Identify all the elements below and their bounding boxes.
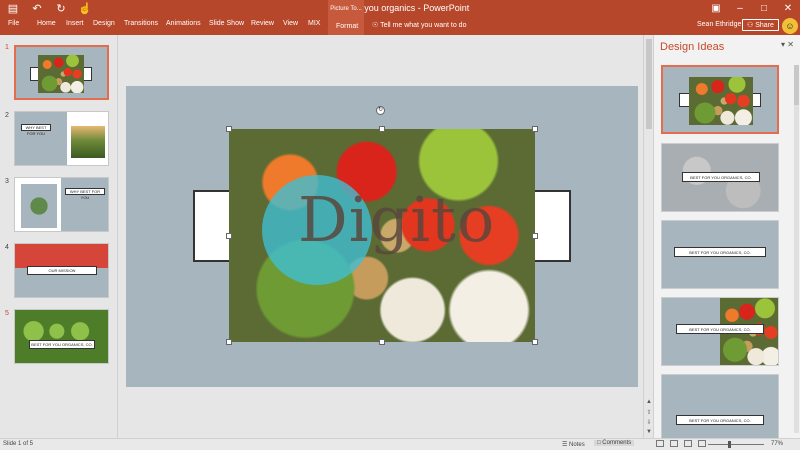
next-slide-icon[interactable]: ⇩ — [645, 419, 653, 426]
design-idea-2[interactable]: BEST FOR YOU ORGANICS, CO. — [661, 143, 779, 212]
lightbulb-icon: ☉ — [372, 22, 381, 29]
design-idea-label: BEST FOR YOU ORGANICS, CO. — [676, 415, 764, 425]
design-ideas-scrollbar[interactable] — [794, 65, 799, 433]
tab-file[interactable]: File — [8, 20, 19, 27]
pane-options-icon[interactable]: ▾ — [781, 40, 785, 49]
slide-thumbnail-4[interactable]: OUR MISSION — [14, 243, 109, 298]
tab-transitions[interactable]: Transitions — [124, 20, 158, 27]
context-tab-group: Picture To... — [328, 0, 364, 18]
tab-home[interactable]: Home — [37, 20, 56, 27]
smiley-feedback-icon[interactable]: ☺ — [782, 18, 798, 34]
design-idea-image — [689, 77, 753, 125]
prev-slide-icon[interactable]: ⇧ — [645, 409, 653, 416]
thumb-gray-panel — [61, 178, 108, 231]
status-bar: Slide 1 of 5 ☰ Notes □ Comments 77% — [0, 438, 800, 450]
comments-button[interactable]: □ Comments — [594, 440, 635, 446]
resize-handle-nw[interactable] — [226, 126, 232, 132]
resize-handle-n[interactable] — [379, 126, 385, 132]
view-buttons — [656, 440, 706, 447]
close-icon[interactable]: ✕ — [776, 0, 800, 18]
tab-view[interactable]: View — [283, 20, 298, 27]
slide-canvas[interactable]: ↻ Digito — [126, 86, 638, 387]
resize-handle-sw[interactable] — [226, 339, 232, 345]
editor-scrollbar[interactable]: ▲ ⇧ ⇩ ▼ — [643, 35, 653, 438]
slide-editor: ↻ Digito — [119, 35, 643, 438]
restore-icon[interactable]: □ — [752, 0, 776, 18]
title-bar: ▤ ↶ ↻ ☝ Best for you organics - PowerPoi… — [0, 0, 800, 18]
tab-mix[interactable]: MIX — [308, 20, 320, 27]
window-controls: ▣ – □ ✕ — [704, 0, 800, 18]
comments-label: Comments — [602, 440, 632, 446]
zoom-slider[interactable] — [708, 444, 764, 445]
slide-thumbnail-3[interactable]: WHY BEST FOR YOU — [14, 177, 109, 232]
tab-slide-show[interactable]: Slide Show — [209, 20, 244, 27]
thumb-vegetable-image — [38, 55, 84, 93]
thumb-cabbage-image — [21, 184, 57, 228]
notes-button[interactable]: ☰ Notes — [562, 441, 585, 448]
minimize-icon[interactable]: – — [728, 0, 752, 18]
design-idea-3[interactable]: BEST FOR YOU ORGANICS, CO. — [661, 220, 779, 289]
design-ideas-scroll-thumb[interactable] — [794, 65, 799, 105]
design-idea-4[interactable]: BEST FOR YOU ORGANICS, CO. — [661, 297, 779, 366]
thumb-field-image — [71, 126, 105, 158]
thumb-caption: WHY BEST FOR YOU — [21, 124, 51, 136]
thumb-caption: OUR MISSION — [27, 266, 97, 275]
normal-view-icon[interactable] — [656, 440, 664, 447]
zoom-slider-knob[interactable] — [728, 441, 731, 448]
resize-handle-s[interactable] — [379, 339, 385, 345]
rotate-handle-icon[interactable]: ↻ — [376, 106, 385, 115]
design-ideas-title: Design Ideas — [660, 41, 725, 53]
person-icon: ⚇ — [747, 22, 756, 29]
thumb-caption: BEST FOR YOU ORGANICS, CO. — [29, 340, 95, 349]
slide-number-3: 3 — [5, 178, 9, 185]
tab-design[interactable]: Design — [93, 20, 115, 27]
slide-thumbnail-pane: 1 2 WHY BEST FOR YOU 3 WHY BEST FOR YOU … — [0, 35, 118, 438]
design-idea-1[interactable] — [661, 65, 779, 134]
slide-info: Slide 1 of 5 — [3, 441, 34, 447]
slide-number-1: 1 — [5, 44, 9, 51]
slide-thumbnail-1[interactable] — [14, 45, 109, 100]
tell-me-search[interactable]: ☉ Tell me what you want to do — [372, 21, 466, 29]
pane-close-icon[interactable]: ✕ — [787, 40, 794, 49]
digito-watermark: Digito — [262, 175, 502, 285]
notes-label: Notes — [569, 442, 585, 448]
share-label: Share — [755, 22, 774, 29]
design-idea-label: BEST FOR YOU ORGANICS, CO. — [676, 324, 764, 334]
slide-number-4: 4 — [5, 244, 9, 251]
slide-thumbnail-2[interactable]: WHY BEST FOR YOU — [14, 111, 109, 166]
design-ideas-pane: Design Ideas ▾ ✕ BEST FOR YOU ORGANICS, … — [653, 35, 800, 443]
design-idea-label: BEST FOR YOU ORGANICS, CO. — [682, 172, 760, 182]
tab-format[interactable]: Format — [328, 18, 364, 35]
reading-view-icon[interactable] — [684, 440, 692, 447]
slideshow-view-icon[interactable] — [698, 440, 706, 447]
thumb-caption: WHY BEST FOR YOU — [65, 188, 105, 200]
design-idea-5[interactable]: BEST FOR YOU ORGANICS, CO. — [661, 374, 779, 443]
design-idea-label: BEST FOR YOU ORGANICS, CO. — [674, 247, 766, 257]
slide-number-5: 5 — [5, 310, 9, 317]
tab-insert[interactable]: Insert — [66, 20, 84, 27]
scrollbar-thumb[interactable] — [646, 39, 652, 129]
tell-me-text: Tell me what you want to do — [380, 22, 467, 29]
slide-thumbnail-5[interactable]: BEST FOR YOU ORGANICS, CO. — [14, 309, 109, 364]
ribbon-display-icon[interactable]: ▣ — [704, 0, 728, 18]
user-name[interactable]: Sean Ethridge — [697, 21, 741, 28]
notes-icon: ☰ — [562, 442, 570, 448]
watermark-text: Digito — [298, 183, 496, 256]
scroll-down-arrow-icon[interactable]: ▼ — [645, 429, 653, 435]
document-title: Best for you organics - PowerPoint — [330, 3, 470, 13]
resize-handle-w[interactable] — [226, 233, 232, 239]
pane-controls: ▾ ✕ — [781, 40, 794, 49]
resize-handle-se[interactable] — [532, 339, 538, 345]
resize-handle-e[interactable] — [532, 233, 538, 239]
share-button[interactable]: ⚇ Share — [742, 19, 779, 31]
ribbon-tabs: File Home Insert Design Transitions Anim… — [0, 18, 800, 35]
scroll-up-arrow-icon[interactable]: ▲ — [645, 399, 653, 405]
vegetable-picture[interactable]: Digito — [229, 129, 535, 342]
slide-number-2: 2 — [5, 112, 9, 119]
zoom-percentage[interactable]: 77% — [771, 441, 783, 447]
tab-review[interactable]: Review — [251, 20, 274, 27]
resize-handle-ne[interactable] — [532, 126, 538, 132]
slide-sorter-icon[interactable] — [670, 440, 678, 447]
tab-animations[interactable]: Animations — [166, 20, 201, 27]
